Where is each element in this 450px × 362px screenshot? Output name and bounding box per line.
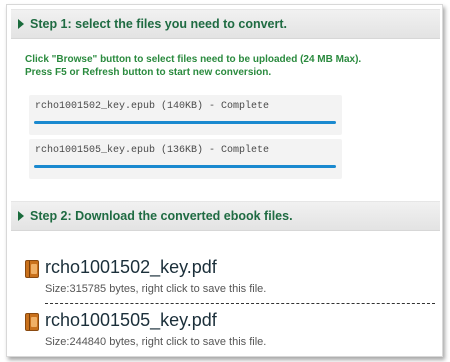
step1-instructions: Click "Browse" button to select files ne… (25, 53, 361, 79)
download-file-link[interactable]: rcho1001502_key.pdf (45, 257, 217, 278)
book-icon (25, 313, 39, 331)
instruction-line-2: Press F5 or Refresh button to start new … (25, 67, 272, 78)
instruction-line-1: Click "Browse" button to select files ne… (25, 54, 362, 65)
step2-header: Step 2: Download the converted ebook fil… (11, 201, 440, 231)
converter-panel: Step 1: select the files you need to con… (6, 4, 443, 357)
step1-header: Step 1: select the files you need to con… (11, 9, 440, 39)
upload-item-label: rcho1001502_key.epub (140KB) - Complete (35, 101, 270, 112)
upload-progress-bar (34, 165, 336, 168)
upload-item: rcho1001502_key.epub (140KB) - Complete (29, 95, 342, 135)
download-file-link[interactable]: rcho1001505_key.pdf (45, 310, 217, 331)
upload-item-label: rcho1001505_key.epub (136KB) - Complete (35, 145, 270, 156)
step1-title: Step 1: select the files you need to con… (30, 17, 288, 31)
upload-item: rcho1001505_key.epub (136KB) - Complete (29, 139, 342, 179)
upload-progress-bar (34, 121, 336, 124)
file-size-note: Size:244840 bytes, right click to save t… (45, 336, 267, 348)
divider (45, 303, 435, 304)
triangle-right-icon (18, 211, 24, 221)
step2-title: Step 2: Download the converted ebook fil… (30, 209, 293, 223)
file-size-note: Size:315785 bytes, right click to save t… (45, 283, 267, 295)
triangle-right-icon (18, 19, 24, 29)
book-icon (25, 260, 39, 278)
